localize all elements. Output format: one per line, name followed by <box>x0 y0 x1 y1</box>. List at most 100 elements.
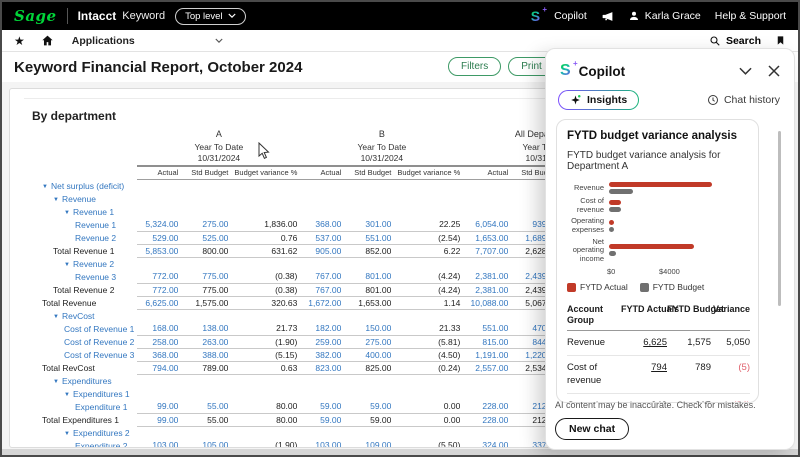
value-cell[interactable]: 324.00 <box>463 439 511 448</box>
value-cell[interactable]: 103.00 <box>137 439 181 448</box>
value-cell[interactable]: 228.00 <box>463 400 511 413</box>
actuals-link[interactable]: 6,625 <box>643 337 667 348</box>
value-cell[interactable]: 150.00 <box>344 322 394 335</box>
value-cell[interactable]: 5,324.00 <box>137 218 181 231</box>
panel-scrollbar[interactable] <box>778 131 781 306</box>
value-cell[interactable]: 801.00 <box>344 270 394 283</box>
account-label[interactable]: Revenue 3 <box>75 272 116 282</box>
value-cell[interactable]: 1,672.00 <box>300 296 344 309</box>
expand-triangle-icon[interactable]: ▼ <box>64 262 70 268</box>
value-cell[interactable]: 400.00 <box>344 348 394 361</box>
bookmark-icon[interactable] <box>775 34 786 47</box>
account-label[interactable]: Expenditure 2 <box>75 441 127 449</box>
value-cell[interactable]: 59.00 <box>300 400 344 413</box>
value-cell[interactable]: 525.00 <box>181 231 231 244</box>
expand-triangle-icon[interactable]: ▼ <box>53 197 59 203</box>
actuals-link[interactable]: 794 <box>651 362 667 373</box>
value-cell[interactable]: 258.00 <box>137 335 181 348</box>
value-cell[interactable]: 1,191.00 <box>463 348 511 361</box>
value-cell[interactable]: 6,054.00 <box>463 218 511 231</box>
entity-selector[interactable]: Top level <box>175 8 246 25</box>
value-cell[interactable]: 7,707.00 <box>463 244 511 257</box>
account-group-label[interactable]: Net surplus (deficit) <box>51 181 124 191</box>
row-label-cell: Revenue 3 <box>30 270 137 283</box>
value-cell[interactable]: 794.00 <box>137 361 181 374</box>
value-cell[interactable]: 382.00 <box>300 348 344 361</box>
value-cell[interactable]: 823.00 <box>300 361 344 374</box>
copilot-logo-icon[interactable]: S+ <box>531 8 540 24</box>
value-cell[interactable]: 168.00 <box>137 322 181 335</box>
value-cell[interactable]: 6,625.00 <box>137 296 181 309</box>
value-cell[interactable]: 2,381.00 <box>463 283 511 296</box>
value-cell[interactable]: 275.00 <box>181 218 231 231</box>
favorites-star-icon[interactable]: ★ <box>14 34 25 48</box>
value-cell[interactable]: 138.00 <box>181 322 231 335</box>
chat-history-button[interactable]: Chat history <box>707 94 780 106</box>
expand-triangle-icon[interactable]: ▼ <box>53 379 59 385</box>
value-cell[interactable]: 10,088.00 <box>463 296 511 309</box>
value-cell[interactable]: 772.00 <box>137 283 181 296</box>
value-cell[interactable]: 767.00 <box>300 270 344 283</box>
value-cell[interactable]: 1,653.00 <box>463 231 511 244</box>
account-group-label[interactable]: Revenue 1 <box>73 207 114 217</box>
value-cell[interactable]: 109.00 <box>344 439 394 448</box>
value-cell[interactable]: 368.00 <box>137 348 181 361</box>
account-group-label[interactable]: Revenue 2 <box>73 259 114 269</box>
value-cell[interactable]: 259.00 <box>300 335 344 348</box>
account-group-label[interactable]: RevCost <box>62 311 95 321</box>
account-group-label[interactable]: Expenditures 1 <box>73 389 130 399</box>
close-icon[interactable] <box>768 65 780 77</box>
account-group-label[interactable]: Expenditures <box>62 376 112 386</box>
value-cell[interactable]: 905.00 <box>300 244 344 257</box>
value-cell[interactable]: 228.00 <box>463 413 511 426</box>
value-cell[interactable]: 99.00 <box>137 413 181 426</box>
value-cell[interactable]: 388.00 <box>181 348 231 361</box>
value-cell[interactable]: 182.00 <box>300 322 344 335</box>
new-chat-button[interactable]: New chat <box>555 418 629 440</box>
account-group-label[interactable]: Expenditures 2 <box>73 428 130 438</box>
expand-triangle-icon[interactable]: ▼ <box>42 184 48 190</box>
insights-button[interactable]: Insights <box>558 90 639 110</box>
expand-triangle-icon[interactable]: ▼ <box>53 314 59 320</box>
home-icon[interactable] <box>41 34 54 47</box>
value-cell[interactable]: 55.00 <box>181 400 231 413</box>
value-cell[interactable]: 2,557.00 <box>463 361 511 374</box>
value-cell[interactable]: 59.00 <box>344 400 394 413</box>
value-cell[interactable]: 815.00 <box>463 335 511 348</box>
value-cell[interactable]: 99.00 <box>137 400 181 413</box>
filters-button[interactable]: Filters <box>448 57 501 76</box>
value-cell[interactable]: 368.00 <box>300 218 344 231</box>
value-cell[interactable]: 767.00 <box>300 283 344 296</box>
expand-triangle-icon[interactable]: ▼ <box>64 392 70 398</box>
value-cell[interactable]: 59.00 <box>300 413 344 426</box>
account-label[interactable]: Cost of Revenue 1 <box>64 324 134 334</box>
help-support-link[interactable]: Help & Support <box>715 10 786 22</box>
account-label[interactable]: Cost of Revenue 3 <box>64 350 134 360</box>
account-label[interactable]: Cost of Revenue 2 <box>64 337 134 347</box>
collapse-chevron-icon[interactable] <box>739 67 752 76</box>
value-cell[interactable]: 103.00 <box>300 439 344 448</box>
value-cell[interactable]: 551.00 <box>463 322 511 335</box>
value-cell[interactable]: 105.00 <box>181 439 231 448</box>
value-cell[interactable]: 263.00 <box>181 335 231 348</box>
user-menu[interactable]: Karla Grace <box>628 10 701 22</box>
value-cell[interactable]: 537.00 <box>300 231 344 244</box>
value-cell[interactable]: 301.00 <box>344 218 394 231</box>
copilot-menu-item[interactable]: Copilot <box>554 10 587 22</box>
expand-triangle-icon[interactable]: ▼ <box>64 210 70 216</box>
account-label[interactable]: Revenue 1 <box>75 220 116 230</box>
value-cell[interactable]: 2,381.00 <box>463 270 511 283</box>
value-cell[interactable]: 529.00 <box>137 231 181 244</box>
account-group-label[interactable]: Revenue <box>62 194 96 204</box>
value-cell[interactable]: 275.00 <box>344 335 394 348</box>
megaphone-icon[interactable] <box>601 10 614 23</box>
value-cell[interactable]: 772.00 <box>137 270 181 283</box>
value-cell[interactable]: 775.00 <box>181 270 231 283</box>
account-label[interactable]: Revenue 2 <box>75 233 116 243</box>
expand-triangle-icon[interactable]: ▼ <box>64 431 70 437</box>
applications-menu[interactable]: Applications <box>72 35 223 47</box>
value-cell[interactable]: 5,853.00 <box>137 244 181 257</box>
search-control[interactable]: Search <box>709 35 761 47</box>
account-label[interactable]: Expenditure 1 <box>75 402 127 412</box>
value-cell[interactable]: 551.00 <box>344 231 394 244</box>
